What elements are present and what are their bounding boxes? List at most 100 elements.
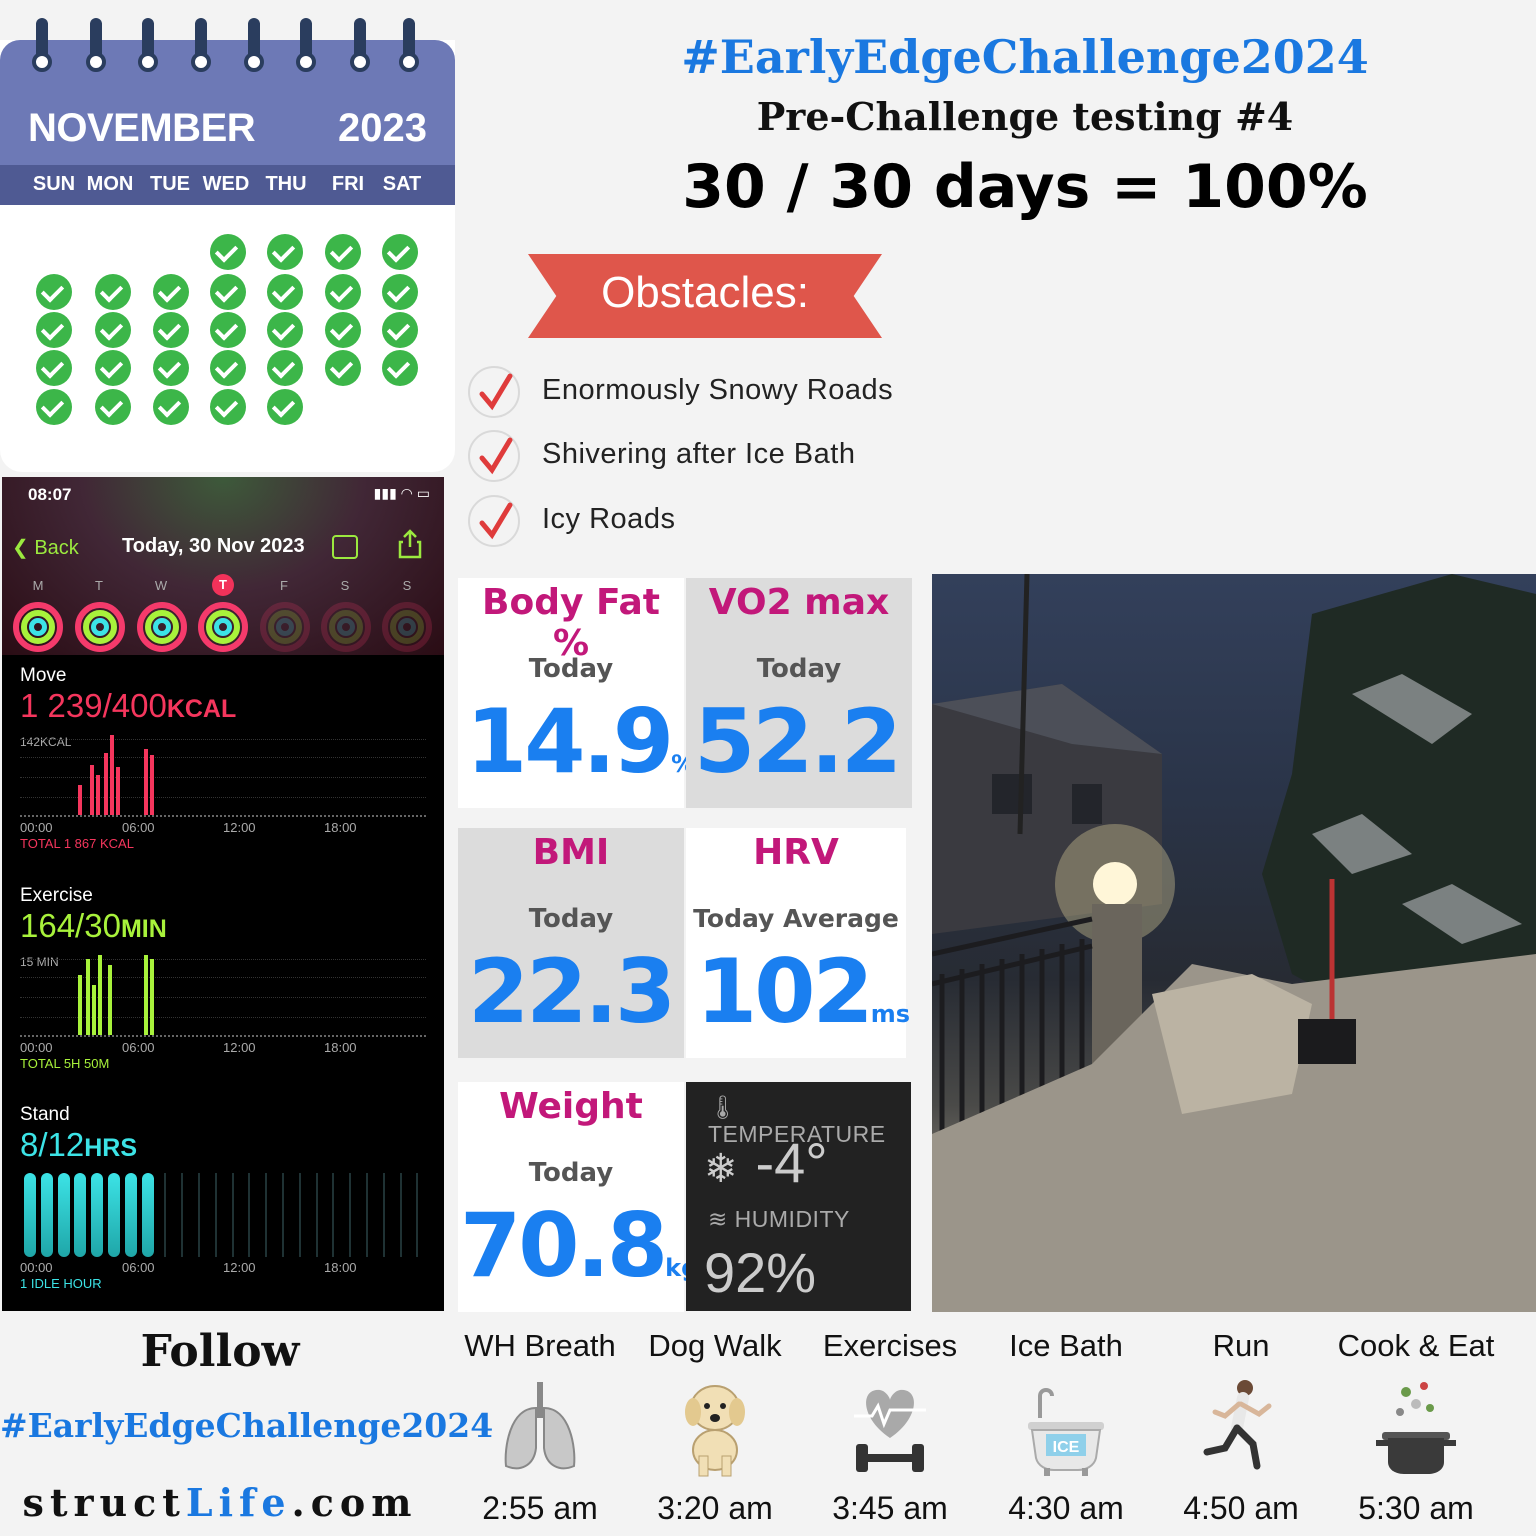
- activity-ring-icon[interactable]: [75, 602, 125, 652]
- binder-ring-icon: [244, 18, 264, 86]
- check-circle-icon: [153, 389, 189, 425]
- activity-cook-eat: Cook & Eat 5:30 am: [1326, 1326, 1506, 1536]
- time-label: 06:00: [122, 820, 155, 835]
- phone-date: Today, 30 Nov 2023: [122, 535, 305, 557]
- chart-bar: [399, 1173, 402, 1257]
- dumbbell-heart-icon: [854, 1389, 926, 1472]
- check-circle-icon: [382, 350, 418, 386]
- checkmark-icon: [468, 495, 520, 547]
- week-day[interactable]: M: [23, 578, 53, 593]
- activity-ring-icon[interactable]: [137, 602, 187, 652]
- activity-ring-icon[interactable]: [382, 602, 432, 652]
- activity-ring-icon[interactable]: [198, 602, 248, 652]
- move-chart: 142KCAL: [20, 735, 426, 819]
- exercise-total: TOTAL 5H 50M: [20, 1056, 110, 1071]
- site-part: .com: [291, 1480, 418, 1525]
- check-circle-icon: [153, 312, 189, 348]
- chart-bar: [98, 955, 102, 1035]
- check-circle-icon: [210, 312, 246, 348]
- check-circle-icon: [267, 274, 303, 310]
- back-button[interactable]: ❮ Back: [12, 535, 79, 560]
- move-amount: 1 239/400: [20, 687, 167, 724]
- activity-ring-icon[interactable]: [321, 602, 371, 652]
- binder-ring-icon: [138, 18, 158, 86]
- activity-label: Dog Walk: [648, 1328, 782, 1363]
- move-label: Move: [20, 665, 67, 686]
- checkmark-icon: [468, 366, 520, 418]
- humidity-label: ≋ HUMIDITY: [708, 1206, 850, 1233]
- share-icon[interactable]: [398, 529, 422, 559]
- obstacles-title: Obstacles:: [601, 268, 809, 317]
- chart-bar: [40, 1173, 53, 1257]
- hrv-card: HRV Today Average 102ms: [686, 828, 910, 1058]
- week-day-today[interactable]: T: [212, 574, 234, 596]
- chart-bar: [110, 735, 114, 815]
- check-circle-icon: [325, 274, 361, 310]
- activity-run: Run 4:50 am: [1151, 1326, 1331, 1536]
- calendar-year: 2023: [338, 106, 427, 150]
- activity-time: 3:20 am: [657, 1490, 773, 1526]
- week-day[interactable]: S: [330, 578, 360, 593]
- site-link[interactable]: structLife.com: [0, 1480, 440, 1525]
- calendar-icon[interactable]: [332, 535, 358, 559]
- site-part: struct: [22, 1480, 186, 1525]
- check-circle-icon: [325, 350, 361, 386]
- week-day[interactable]: W: [146, 578, 176, 593]
- check-circle-icon: [267, 312, 303, 348]
- time-label: 06:00: [122, 1260, 155, 1275]
- hrv-value: 102ms: [696, 940, 910, 1043]
- activity-ring-icon[interactable]: [13, 602, 63, 652]
- check-circle-icon: [210, 350, 246, 386]
- check-circle-icon: [95, 274, 131, 310]
- week-day[interactable]: F: [269, 578, 299, 593]
- card-subtitle: Today: [528, 654, 614, 684]
- move-unit: KCAL: [166, 695, 237, 723]
- value: 102: [696, 940, 874, 1043]
- binder-ring-icon: [350, 18, 370, 86]
- activity-label: Exercises: [822, 1328, 958, 1363]
- chart-bar: [248, 1173, 251, 1257]
- weekday-sat: SAT: [382, 173, 422, 195]
- check-circle-icon: [36, 312, 72, 348]
- chart-bar: [144, 749, 148, 815]
- card-title: VO2 max: [708, 582, 890, 623]
- check-circle-icon: [36, 274, 72, 310]
- obstacle-label: Icy Roads: [542, 503, 676, 535]
- challenge-score: 30 / 30 days = 100%: [682, 152, 1368, 222]
- value: 70.8: [460, 1194, 668, 1297]
- chart-bar: [382, 1173, 385, 1257]
- humidity-value: 92%: [704, 1241, 817, 1304]
- obstacle-label: Enormously Snowy Roads: [542, 374, 894, 406]
- runner-icon: [1203, 1380, 1272, 1470]
- chart-bar: [181, 1173, 184, 1257]
- chart-bar: [141, 1173, 154, 1257]
- activity-time: 3:45 am: [832, 1490, 948, 1526]
- lungs-icon: [504, 1382, 576, 1470]
- follow-hashtag: #EarlyEdgeChallenge2024: [0, 1406, 494, 1445]
- bmi-card: BMI Today 22.3: [458, 828, 684, 1058]
- exercise-value: 164/30MIN: [20, 907, 167, 945]
- activity-wh-breath: WH Breath 2:55 am: [450, 1326, 630, 1536]
- activity-ring-icon[interactable]: [260, 602, 310, 652]
- binder-ring-icon: [191, 18, 211, 86]
- chart-bar: [104, 753, 108, 815]
- binder-ring-icon: [399, 18, 419, 86]
- move-chart-scale: 142KCAL: [20, 735, 72, 749]
- calendar-weekdays: SUN MON TUE WED THU FRI SAT: [0, 165, 455, 205]
- value: 22.3: [468, 940, 676, 1043]
- activity-app-screenshot: 08:07 ▮▮▮ ◠ ▭ ❮ Back Today, 30 Nov 2023 …: [2, 477, 444, 1311]
- weight-card: Weight Today 70.8kg: [458, 1082, 698, 1312]
- chart-bar: [315, 1173, 318, 1257]
- exercise-label: Exercise: [20, 885, 93, 906]
- body-fat-card: Body Fat % Today 14.9%: [458, 578, 695, 808]
- weekday-wed: WED: [202, 173, 250, 195]
- chart-bar: [96, 775, 100, 815]
- week-day[interactable]: S: [392, 578, 422, 593]
- follow-label: Follow: [140, 1326, 300, 1377]
- chart-bar: [231, 1173, 234, 1257]
- weekday-fri: FRI: [331, 173, 365, 195]
- check-circle-icon: [267, 389, 303, 425]
- week-day[interactable]: T: [84, 578, 114, 593]
- chart-bar: [74, 1173, 87, 1257]
- chart-bar: [91, 1173, 104, 1257]
